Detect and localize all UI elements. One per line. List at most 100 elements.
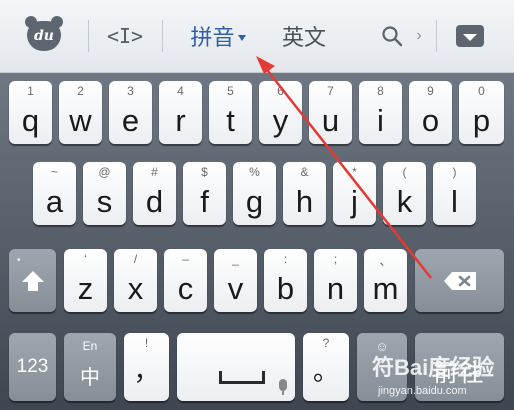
key-hint: & [300,165,309,179]
english-mode-button[interactable]: 英文 [272,0,336,72]
key-hint: / [133,252,138,266]
shift-arrow-icon [21,270,44,291]
key-hint: ~ [50,165,58,179]
key-x[interactable]: / x [114,249,157,312]
key-hint: $ [201,165,208,179]
language-switch-key[interactable]: En 中 [64,333,116,401]
key-label: i [377,103,384,138]
key-label: e [121,103,140,138]
key-hint: ? [322,336,330,350]
key-label: u [321,103,340,138]
numbers-key[interactable]: 123 [9,333,56,401]
key-i[interactable]: 8 i [359,81,402,144]
key-hint: 9 [427,84,434,98]
logo-text: du [34,28,54,44]
backspace-key[interactable] [415,249,504,312]
key-label: n [326,271,345,306]
key-hint: ( [402,165,407,179]
caret-down-icon [237,35,246,41]
key-b[interactable]: : b [264,249,307,312]
key-v[interactable]: _ v [214,249,257,312]
pinyin-label: 拼音 [190,25,235,50]
key-label: q [21,103,40,138]
key-label: l [451,184,458,219]
key-label: o [421,103,440,138]
key-p[interactable]: 0 p [459,81,504,144]
key-m[interactable]: 、 m [364,249,407,312]
key-e[interactable]: 3 e [109,81,152,144]
key-label: v [227,271,244,306]
key-hint: ! [144,336,149,350]
key-y[interactable]: 6 y [259,81,302,144]
collapse-keyboard-icon [456,25,484,47]
key-k[interactable]: ( k [383,162,426,225]
key-label: w [69,103,92,138]
key-hint: : [283,252,288,266]
key-label: h [295,184,314,219]
key-u[interactable]: 7 u [309,81,352,144]
key-label: r [175,103,186,138]
key-label: 。 [312,356,339,386]
key-label: p [472,103,491,138]
key-g[interactable]: % g [233,162,276,225]
key-hint: 1 [27,84,34,98]
key-hint: % [249,165,260,179]
space-key[interactable] [177,333,295,401]
cursor-move-button[interactable]: <I> [100,0,150,72]
key-f[interactable]: $ f [183,162,226,225]
numbers-key-label: 123 [16,356,49,377]
backspace-icon [443,271,476,290]
key-hint: 6 [277,84,284,98]
key-q[interactable]: 1 q [9,81,52,144]
key-label: f [200,184,209,219]
key-a[interactable]: ~ a [33,162,76,225]
search-button[interactable] [372,0,412,72]
key-hint: 0 [478,84,485,98]
key-z[interactable]: ‘ z [64,249,107,312]
key-l[interactable]: ) l [433,162,476,225]
key-hint: _ [232,252,239,266]
key-label: c [177,271,194,306]
space-icon [219,371,265,384]
key-hint: 3 [127,84,134,98]
key-label: b [276,271,295,306]
key-n[interactable]: ; n [314,249,357,312]
period-key[interactable]: ? 。 [303,333,349,401]
chevron-right-icon: › [416,27,422,44]
bear-logo-icon: du [25,16,63,51]
language-hint: En [82,339,98,353]
key-label: t [226,103,235,138]
key-label: z [77,271,94,306]
baidu-watermark: 符Bai度经验 [372,355,495,380]
collapse-keyboard-button[interactable] [450,0,490,72]
key-hint: 8 [377,84,384,98]
key-r[interactable]: 4 r [159,81,202,144]
shift-key[interactable]: • [9,249,56,312]
shift-indicator-dot: • [17,255,21,266]
key-j[interactable]: * j [333,162,376,225]
key-hint: ‘ [84,252,87,266]
baidu-logo-button[interactable]: du [24,0,64,72]
key-s[interactable]: @ s [83,162,126,225]
comma-key[interactable]: ! ， [124,333,169,401]
key-label: a [45,184,64,219]
key-d[interactable]: # d [133,162,176,225]
key-label: j [351,184,358,219]
key-label: k [396,184,413,219]
key-hint: 4 [177,84,184,98]
more-button[interactable]: › [408,0,430,72]
key-hint: 5 [227,84,234,98]
key-h[interactable]: & h [283,162,326,225]
toolbar-divider [162,20,163,52]
search-icon [382,26,403,47]
key-hint: – [182,252,189,266]
pinyin-mode-button[interactable]: 拼音 [178,0,258,72]
key-o[interactable]: 9 o [409,81,452,144]
key-w[interactable]: 2 w [59,81,102,144]
key-t[interactable]: 5 t [209,81,252,144]
key-hint: 2 [77,84,84,98]
language-label: 中 [80,367,100,389]
toolbar-divider [88,20,89,52]
key-c[interactable]: – c [164,249,207,312]
candidate-toolbar: du <I> 拼音 英文 › [0,0,514,73]
